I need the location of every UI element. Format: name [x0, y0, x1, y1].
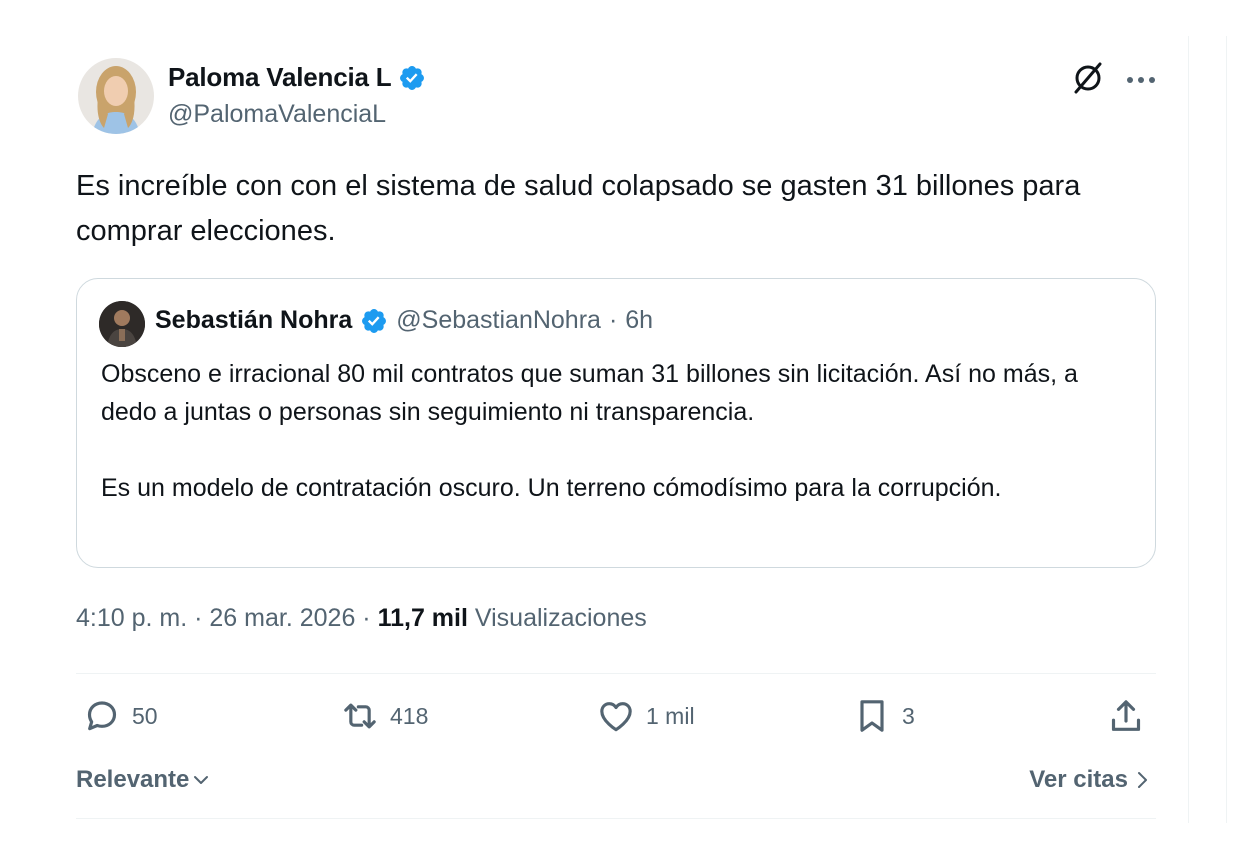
- retweet-button[interactable]: 418: [340, 696, 428, 736]
- quoted-header: Sebastián Nohra @SebastianNohra · 6h: [155, 306, 653, 335]
- sort-dropdown[interactable]: Relevante: [76, 766, 211, 794]
- replies-controls: Relevante Ver citas: [76, 762, 1156, 802]
- quoted-author-handle[interactable]: @SebastianNohra: [396, 306, 601, 335]
- top-actions: [1070, 60, 1156, 101]
- quoted-author-name[interactable]: Sebastián Nohra: [155, 306, 352, 335]
- quoted-paragraph: Obsceno e irracional 80 mil contratos qu…: [101, 360, 1078, 426]
- views-count: 11,7 mil: [377, 604, 468, 632]
- reply-count: 50: [132, 702, 158, 729]
- sort-label: Relevante: [76, 766, 190, 793]
- quoted-tweet[interactable]: Sebastián Nohra @SebastianNohra · 6h Obs…: [76, 278, 1156, 568]
- like-button[interactable]: 1 mil: [596, 696, 695, 736]
- bookmark-button[interactable]: 3: [852, 696, 915, 736]
- tweet-date[interactable]: 26 mar. 2026: [209, 604, 355, 632]
- more-icon[interactable]: [1126, 72, 1156, 90]
- views-label: Visualizaciones: [474, 604, 647, 632]
- grok-icon[interactable]: [1070, 60, 1106, 101]
- retweet-icon: [344, 703, 376, 729]
- author-handle[interactable]: @PalomaValenciaL: [168, 100, 386, 129]
- view-quotes-label: Ver citas: [1029, 766, 1128, 793]
- view-quotes-link[interactable]: Ver citas: [1029, 766, 1150, 794]
- quoted-author-avatar[interactable]: [99, 301, 145, 347]
- quoted-separator: ·: [608, 306, 618, 334]
- chevron-right-icon: [1138, 772, 1147, 788]
- like-count: 1 mil: [646, 702, 695, 729]
- divider: [76, 673, 1156, 674]
- tweet-time[interactable]: 4:10 p. m.: [76, 604, 187, 632]
- share-icon: [1111, 700, 1141, 731]
- verified-badge-icon[interactable]: [360, 307, 388, 335]
- meta-separator: ·: [362, 604, 371, 632]
- divider: [76, 818, 1156, 819]
- chevron-down-icon: [194, 776, 209, 784]
- bookmark-icon: [860, 700, 884, 732]
- meta-separator: ·: [194, 604, 203, 632]
- author-name[interactable]: Paloma Valencia L: [168, 62, 392, 93]
- heart-icon: [600, 702, 632, 732]
- reply-button[interactable]: 50: [82, 696, 158, 736]
- quoted-time[interactable]: 6h: [625, 306, 653, 335]
- verified-badge-icon[interactable]: [398, 64, 426, 92]
- author-name-row[interactable]: Paloma Valencia L: [168, 62, 426, 93]
- action-bar: 50 418 1 mil 3: [76, 696, 1156, 744]
- column-divider: [1226, 36, 1227, 823]
- retweet-count: 418: [390, 702, 429, 729]
- author-avatar[interactable]: [78, 58, 154, 134]
- tweet-meta: 4:10 p. m. · 26 mar. 2026 · 11,7 mil Vis…: [76, 604, 647, 633]
- share-button[interactable]: [1106, 696, 1146, 736]
- reply-icon: [87, 701, 117, 731]
- column-divider: [1188, 36, 1189, 823]
- quoted-paragraph: Es un modelo de contratación oscuro. Un …: [101, 474, 1002, 502]
- tweet-text: Es increíble con con el sistema de salud…: [76, 170, 1081, 247]
- bookmark-count: 3: [902, 702, 915, 729]
- quoted-text: Obsceno e irracional 80 mil contratos qu…: [101, 355, 1131, 545]
